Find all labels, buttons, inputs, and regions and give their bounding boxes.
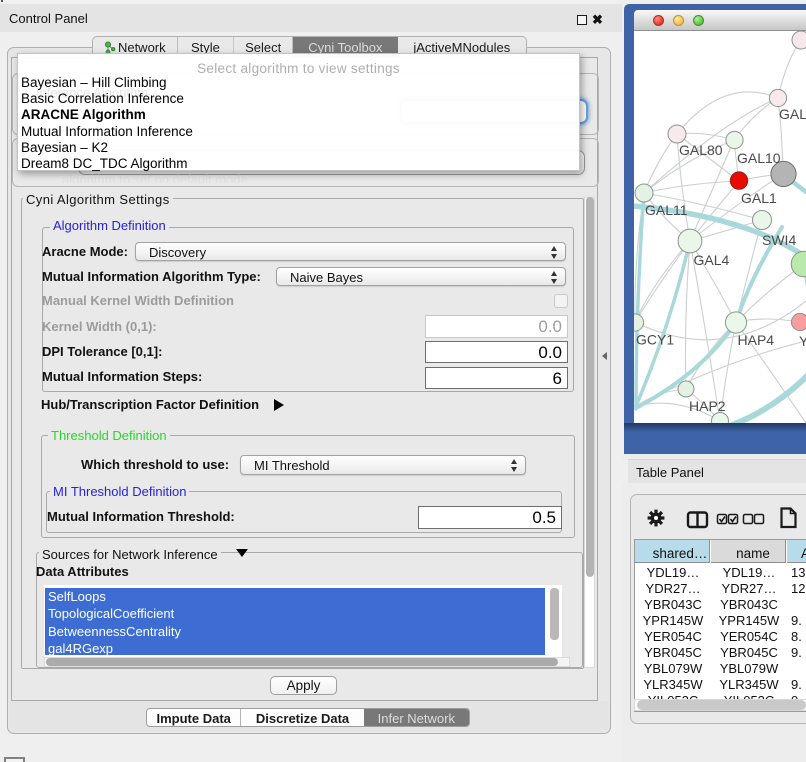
svg-text:GAL80: GAL80 — [679, 142, 723, 158]
svg-text:GAL4: GAL4 — [694, 252, 730, 268]
svg-text:GAL11: GAL11 — [645, 202, 688, 218]
svg-text:GCY1: GCY1 — [636, 332, 674, 348]
svg-text:HAP4: HAP4 — [738, 332, 775, 348]
svg-text:HAP2: HAP2 — [689, 398, 726, 414]
svg-text:GAL: GAL — [779, 106, 806, 122]
svg-text:Y: Y — [799, 333, 806, 349]
svg-text:GAL1: GAL1 — [741, 190, 777, 206]
svg-text:SWI4: SWI4 — [762, 232, 796, 248]
svg-text:GAL10: GAL10 — [737, 150, 781, 166]
